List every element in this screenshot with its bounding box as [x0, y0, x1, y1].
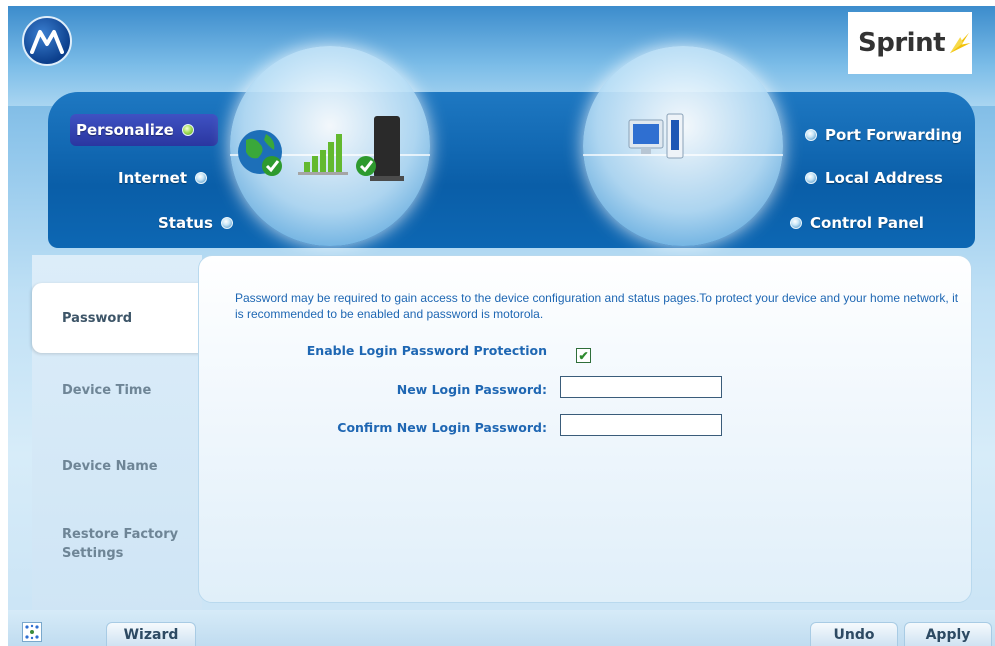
enable-password-label: Enable Login Password Protection [306, 343, 547, 358]
tab-device-time-label: Device Time [62, 383, 152, 398]
check-icon: ✔ [578, 348, 589, 363]
radio-dot-icon [805, 172, 817, 184]
radio-dot-icon [805, 129, 817, 141]
nav-local-address[interactable]: Local Address [805, 169, 943, 187]
main-nav-banner: Personalize Internet Status Port Forward… [48, 92, 975, 248]
header-band [8, 6, 995, 106]
motorola-logo [22, 16, 72, 66]
tab-restore-factory-settings-label: Restore Factory Settings [62, 527, 179, 561]
password-description: Password may be required to gain access … [235, 291, 959, 321]
check-icon [356, 156, 376, 176]
nav-control-panel[interactable]: Control Panel [790, 214, 924, 232]
router-admin-frame: Sprint Personalize Internet Status Port … [8, 6, 995, 646]
sitemap-icon[interactable] [22, 622, 42, 642]
nav-personalize[interactable]: Personalize [76, 121, 194, 139]
sprint-logo: Sprint [848, 12, 972, 74]
radio-dot-icon [181, 124, 194, 136]
status-bubble-left [230, 46, 430, 246]
nav-port-forwarding-label: Port Forwarding [825, 126, 963, 144]
tab-password[interactable]: Password [32, 283, 202, 353]
nav-personalize-label: Personalize [76, 121, 174, 139]
nav-status-label: Status [158, 214, 213, 232]
confirm-password-field[interactable] [560, 414, 722, 436]
radio-dot-icon [195, 172, 208, 184]
tab-restore-factory-settings[interactable]: Restore Factory Settings [32, 525, 192, 563]
settings-sidebar: Password Device Time Device Name Restore… [32, 255, 202, 615]
radio-dot-icon [220, 217, 233, 229]
nav-port-forwarding[interactable]: Port Forwarding [805, 126, 962, 144]
undo-button[interactable]: Undo [810, 622, 898, 646]
radio-dot-icon [790, 217, 802, 229]
nav-internet[interactable]: Internet [118, 169, 208, 187]
status-bubble-right [583, 46, 783, 246]
new-password-field[interactable] [560, 376, 722, 398]
tab-device-name[interactable]: Device Name [32, 459, 202, 474]
signal-bars-icon [298, 134, 348, 175]
nav-local-address-label: Local Address [825, 169, 943, 187]
router-icon [356, 116, 404, 181]
nav-internet-label: Internet [118, 169, 188, 187]
sprint-wordmark: Sprint [858, 28, 946, 58]
nav-control-panel-label: Control Panel [810, 214, 924, 232]
wizard-button[interactable]: Wizard [106, 622, 196, 646]
nav-status[interactable]: Status [158, 214, 233, 232]
tab-device-name-label: Device Name [62, 459, 158, 474]
sprint-wing-icon [949, 32, 971, 54]
apply-button[interactable]: Apply [904, 622, 992, 646]
confirm-password-label: Confirm New Login Password: [337, 420, 547, 435]
tab-password-label: Password [62, 310, 133, 326]
tab-device-time[interactable]: Device Time [32, 383, 202, 398]
new-password-label: New Login Password: [396, 382, 547, 397]
computer-icon [628, 113, 684, 159]
enable-password-checkbox[interactable]: ✔ [576, 348, 591, 363]
globe-icon [238, 130, 282, 176]
